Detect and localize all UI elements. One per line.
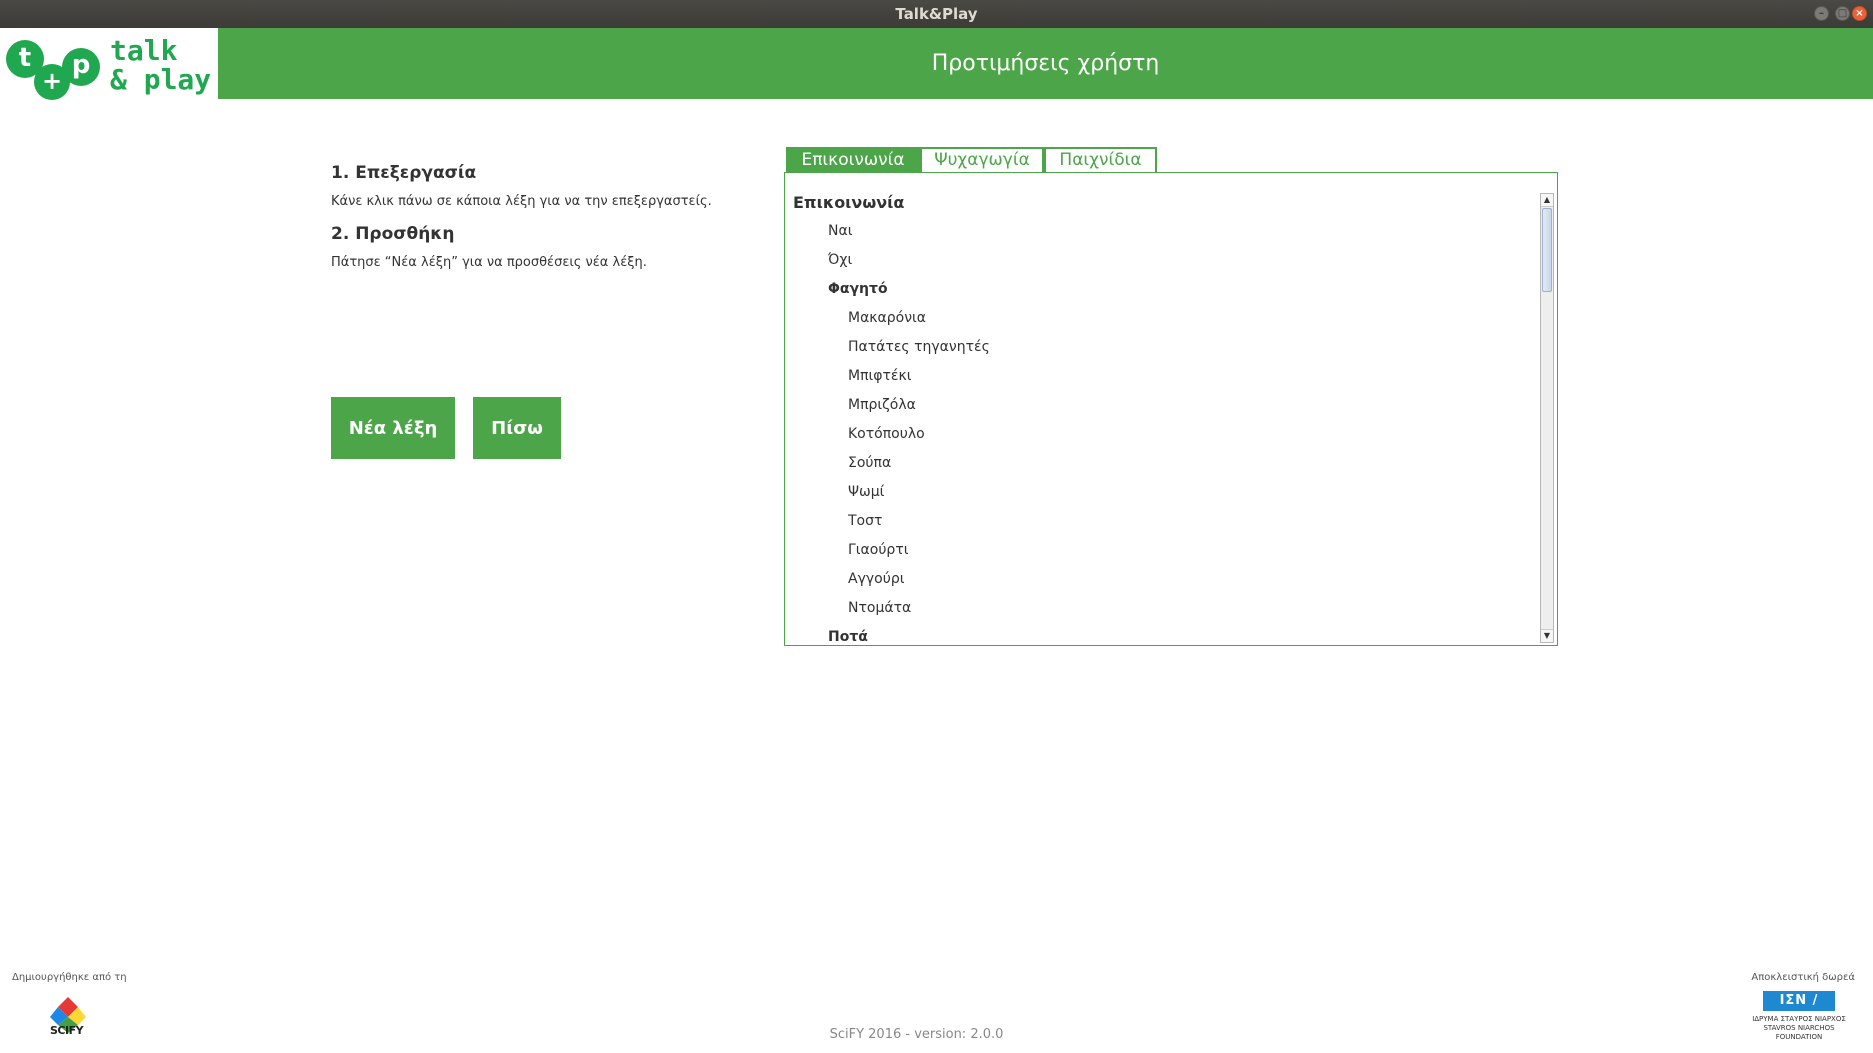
maximize-icon[interactable]: □	[1835, 6, 1850, 21]
app-header: t p + talk & play Προτιμήσεις χρήστη	[0, 28, 1873, 100]
tree-item[interactable]: Σούπα	[848, 455, 891, 471]
tree-item[interactable]: Τοστ	[848, 513, 882, 529]
logo-text-line2: & play	[110, 63, 212, 96]
step2-title: 2. Προσθήκη	[331, 224, 455, 244]
tree-item[interactable]: Πατάτες τηγανητές	[848, 339, 990, 355]
tree-item[interactable]: Ντομάτα	[848, 600, 911, 616]
tree-item[interactable]: Μπριζόλα	[848, 397, 916, 413]
version-label: SciFY 2016 - version: 2.0.0	[829, 1027, 1004, 1042]
tree-item[interactable]: Γιαούρτι	[848, 542, 908, 558]
tree-category-food[interactable]: Φαγητό	[828, 281, 888, 297]
created-by-label: Δημιουργήθηκε από τη	[12, 972, 127, 983]
step1-title: 1. Επεξεργασία	[331, 163, 477, 183]
tree-scrollbar[interactable]: ▲ ▼	[1540, 193, 1554, 643]
scroll-up-icon[interactable]: ▲	[1541, 194, 1553, 207]
tree-item[interactable]: Αγγούρι	[848, 571, 904, 587]
words-tree: Επικοινωνία Ναι Όχι Φαγητό Μακαρόνια Πατ…	[789, 193, 1545, 643]
tree-item[interactable]: Μακαρόνια	[848, 310, 926, 326]
logo-text-line1: talk	[110, 34, 178, 67]
step1-text: Κάνε κλικ πάνω σε κάποια λέξη για να την…	[331, 194, 712, 209]
snf-line-1: ΙΔΡΥΜΑ ΣΤΑΥΡΟΣ ΝΙΑΡΧΟΣ	[1752, 1015, 1846, 1023]
words-panel: Επικοινωνία Ναι Όχι Φαγητό Μακαρόνια Πατ…	[784, 172, 1558, 646]
logo-text: talk & play	[110, 36, 211, 94]
tree-item[interactable]: Κοτόπουλο	[848, 426, 925, 442]
scrollbar-thumb[interactable]	[1542, 208, 1552, 292]
close-icon[interactable]: ×	[1852, 6, 1867, 21]
tree-item[interactable]: Ψωμί	[848, 484, 884, 500]
tree-item[interactable]: Μπιφτέκι	[848, 368, 911, 384]
tree-item[interactable]: Όχι	[828, 252, 852, 268]
snf-line-2: STAVROS NIARCHOS	[1763, 1024, 1835, 1032]
talk-and-play-logo: t p + talk & play	[0, 28, 218, 100]
logo-plus-circle: +	[34, 64, 70, 100]
tree-item[interactable]: Ναι	[828, 223, 852, 239]
tree-category-drinks[interactable]: Ποτά	[828, 629, 868, 643]
window-title: Talk&Play	[895, 5, 978, 23]
tab-entertainment[interactable]: Ψυχαγωγία	[920, 147, 1044, 173]
snf-logo-mark: ΙΣΝ / SNF	[1763, 991, 1835, 1028]
step2-text: Πάτησε “Νέα λέξη” για να προσθέσεις νέα …	[331, 255, 647, 270]
tab-communication[interactable]: Επικοινωνία	[786, 147, 920, 173]
page-title: Προτιμήσεις χρήστη	[931, 51, 1160, 76]
snf-line-3: FOUNDATION	[1775, 1033, 1823, 1041]
minimize-icon[interactable]: –	[1814, 6, 1829, 21]
scroll-down-icon[interactable]: ▼	[1541, 629, 1553, 642]
back-button[interactable]: Πίσω	[473, 397, 561, 459]
new-word-button[interactable]: Νέα λέξη	[331, 397, 455, 459]
tree-root-communication[interactable]: Επικοινωνία	[793, 193, 904, 212]
donation-label: Αποκλειστική δωρεά	[1751, 972, 1855, 983]
window-titlebar: Talk&Play – □ ×	[0, 0, 1873, 28]
tab-games[interactable]: Παιχνίδια	[1044, 147, 1157, 173]
